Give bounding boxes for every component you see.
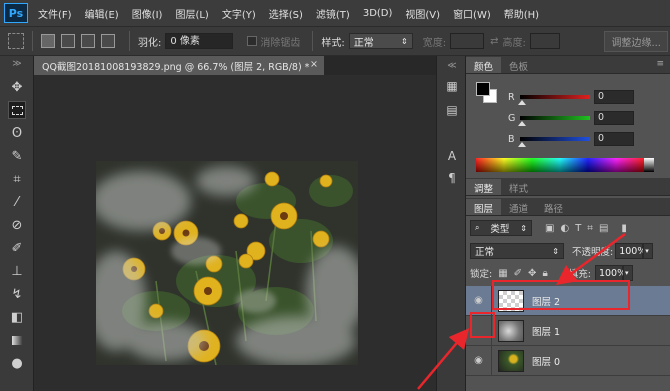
foreground-swatch[interactable] — [476, 82, 490, 96]
arrow-to-layer-2 — [555, 232, 626, 285]
arrow-to-visibility — [417, 328, 470, 390]
annotation-arrows — [417, 232, 626, 390]
